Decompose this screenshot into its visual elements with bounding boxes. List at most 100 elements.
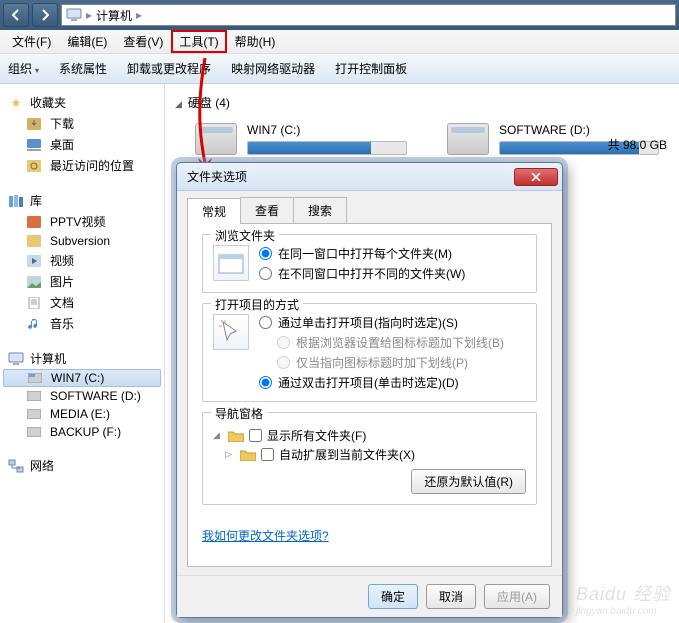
sidebar-header-libraries[interactable]: 库 (0, 190, 164, 211)
checkbox-label: 显示所有文件夹(F) (267, 427, 366, 444)
sidebar-item-music[interactable]: 音乐 (0, 313, 164, 334)
sidebar-item-label: SOFTWARE (D:) (50, 389, 141, 403)
sidebar-item-drive-c[interactable]: WIN7 (C:) (3, 369, 161, 387)
window-titlebar: ▸ 计算机 ▸ (0, 0, 679, 30)
sidebar-computer: 计算机 WIN7 (C:) SOFTWARE (D:) MEDIA (E:) B… (0, 348, 164, 441)
dialog-body: 常规 查看 搜索 浏览文件夹 在同一窗口中打开每个文件夹(M) 在不同窗口中打开… (177, 191, 562, 575)
radio-input[interactable] (259, 247, 272, 260)
library-icon (8, 194, 24, 208)
sidebar-item-pptv[interactable]: PPTV视频 (0, 211, 164, 232)
fieldset-nav-pane: 导航窗格 ◢ 显示所有文件夹(F) ▷ 自动扩展到当前文件夹(X) (202, 412, 537, 505)
sidebar-item-downloads[interactable]: 下载 (0, 113, 164, 134)
sidebar-item-label: 桌面 (50, 136, 74, 153)
radio-same-window[interactable]: 在同一窗口中打开每个文件夹(M) (259, 245, 465, 262)
sidebar-header-favorites[interactable]: ★ 收藏夹 (0, 92, 164, 113)
radio-input[interactable] (259, 316, 272, 329)
help-link[interactable]: 我如何更改文件夹选项? (202, 527, 329, 544)
radio-input (277, 336, 290, 349)
radio-underline-hover: 仅当指向图标标题时加下划线(P) (259, 354, 504, 371)
music-icon (26, 317, 42, 331)
sidebar-label: 计算机 (30, 350, 66, 367)
tree-expand-icon[interactable]: ▷ (225, 449, 235, 460)
apply-button[interactable]: 应用(A) (484, 584, 550, 609)
radio-input[interactable] (259, 376, 272, 389)
sidebar-item-recent[interactable]: 最近访问的位置 (0, 155, 164, 176)
radio-input (277, 356, 290, 369)
sidebar-item-label: 最近访问的位置 (50, 157, 134, 174)
tool-organize[interactable]: 组织 (8, 56, 39, 81)
tab-view[interactable]: 查看 (240, 197, 294, 223)
tab-search[interactable]: 搜索 (293, 197, 347, 223)
drive-icon (195, 123, 237, 155)
computer-icon (8, 352, 24, 366)
dialog-footer: 确定 取消 应用(A) (177, 575, 562, 617)
sidebar-item-label: 下载 (50, 115, 74, 132)
sidebar-item-desktop[interactable]: 桌面 (0, 134, 164, 155)
tab-general[interactable]: 常规 (187, 198, 241, 224)
nav-back-button[interactable] (3, 3, 29, 27)
restore-defaults-button[interactable]: 还原为默认值(R) (411, 469, 526, 494)
document-icon (26, 296, 42, 310)
menu-view[interactable]: 查看(V) (115, 30, 171, 53)
checkbox-auto-expand[interactable] (261, 448, 274, 461)
radio-label: 通过单击打开项目(指向时选定)(S) (278, 314, 458, 331)
radio-label: 根据浏览器设置给图标标题加下划线(B) (296, 334, 504, 351)
tab-panel-general: 浏览文件夹 在同一窗口中打开每个文件夹(M) 在不同窗口中打开不同的文件夹(W)… (187, 224, 552, 567)
sidebar-item-label: 视频 (50, 252, 74, 269)
storage-total-label: 共 98.0 GB (608, 136, 667, 153)
sidebar-network: 网络 (0, 455, 164, 476)
picture-icon (26, 275, 42, 289)
dialog-close-button[interactable] (514, 168, 558, 186)
sidebar-item-pictures[interactable]: 图片 (0, 271, 164, 292)
radio-double-click[interactable]: 通过双击打开项目(单击时选定)(D) (259, 374, 504, 391)
radio-own-window[interactable]: 在不同窗口中打开不同的文件夹(W) (259, 265, 465, 282)
fieldset-legend: 导航窗格 (211, 405, 267, 422)
nav-fwd-button[interactable] (32, 3, 58, 27)
disk-item-c[interactable]: WIN7 (C:) (195, 123, 407, 155)
tool-uninstall[interactable]: 卸载或更改程序 (127, 56, 211, 81)
sidebar-item-docs[interactable]: 文档 (0, 292, 164, 313)
drive-icon (27, 371, 43, 385)
address-bar[interactable]: ▸ 计算机 ▸ (61, 4, 676, 26)
star-icon: ★ (8, 96, 24, 110)
sidebar-item-label: WIN7 (C:) (51, 371, 104, 385)
folder-options-dialog: 文件夹选项 常规 查看 搜索 浏览文件夹 在同一窗口中打开每个文件夹(M) 在不… (176, 162, 563, 618)
navpane-row-show-all: ◢ 显示所有文件夹(F) (213, 427, 526, 444)
sidebar-header-computer[interactable]: 计算机 (0, 348, 164, 369)
menu-file[interactable]: 文件(F) (4, 30, 59, 53)
sidebar-item-videos[interactable]: 视频 (0, 250, 164, 271)
checkbox-show-all-folders[interactable] (249, 429, 262, 442)
drive-icon (26, 425, 42, 439)
sidebar-item-drive-f[interactable]: BACKUP (F:) (0, 423, 164, 441)
menu-tools[interactable]: 工具(T) (171, 30, 226, 53)
menu-edit[interactable]: 编辑(E) (59, 30, 115, 53)
tree-collapse-icon[interactable]: ◢ (213, 430, 223, 441)
radio-single-click[interactable]: 通过单击打开项目(指向时选定)(S) (259, 314, 504, 331)
radio-underline-browser: 根据浏览器设置给图标标题加下划线(B) (259, 334, 504, 351)
disks-group-header[interactable]: 硬盘 (4) (175, 90, 669, 115)
dialog-titlebar[interactable]: 文件夹选项 (177, 163, 562, 191)
download-icon (26, 117, 42, 131)
dialog-tabs: 常规 查看 搜索 (187, 197, 552, 224)
tool-control-panel[interactable]: 打开控制面板 (335, 56, 407, 81)
menu-help[interactable]: 帮助(H) (227, 30, 284, 53)
fieldset-browse-folders: 浏览文件夹 在同一窗口中打开每个文件夹(M) 在不同窗口中打开不同的文件夹(W) (202, 234, 537, 293)
folder-icon (240, 449, 256, 461)
sidebar-item-svn[interactable]: Subversion (0, 232, 164, 250)
cancel-button[interactable]: 取消 (426, 584, 476, 609)
menu-bar: 文件(F) 编辑(E) 查看(V) 工具(T) 帮助(H) (0, 30, 679, 54)
fieldset-legend: 浏览文件夹 (211, 227, 279, 244)
tool-map-drive[interactable]: 映射网络驱动器 (231, 56, 315, 81)
disk-usage-bar (247, 141, 407, 155)
sidebar-favorites: ★ 收藏夹 下载 桌面 最近访问的位置 (0, 92, 164, 176)
sidebar-item-drive-e[interactable]: MEDIA (E:) (0, 405, 164, 423)
tool-system-properties[interactable]: 系统属性 (59, 56, 107, 81)
dialog-title: 文件夹选项 (187, 168, 514, 185)
ok-button[interactable]: 确定 (368, 584, 418, 609)
radio-label: 在同一窗口中打开每个文件夹(M) (278, 245, 452, 262)
sidebar-item-drive-d[interactable]: SOFTWARE (D:) (0, 387, 164, 405)
sidebar-header-network[interactable]: 网络 (0, 455, 164, 476)
folder-icon (26, 234, 42, 248)
radio-input[interactable] (259, 267, 272, 280)
browse-folders-icon (213, 245, 249, 281)
